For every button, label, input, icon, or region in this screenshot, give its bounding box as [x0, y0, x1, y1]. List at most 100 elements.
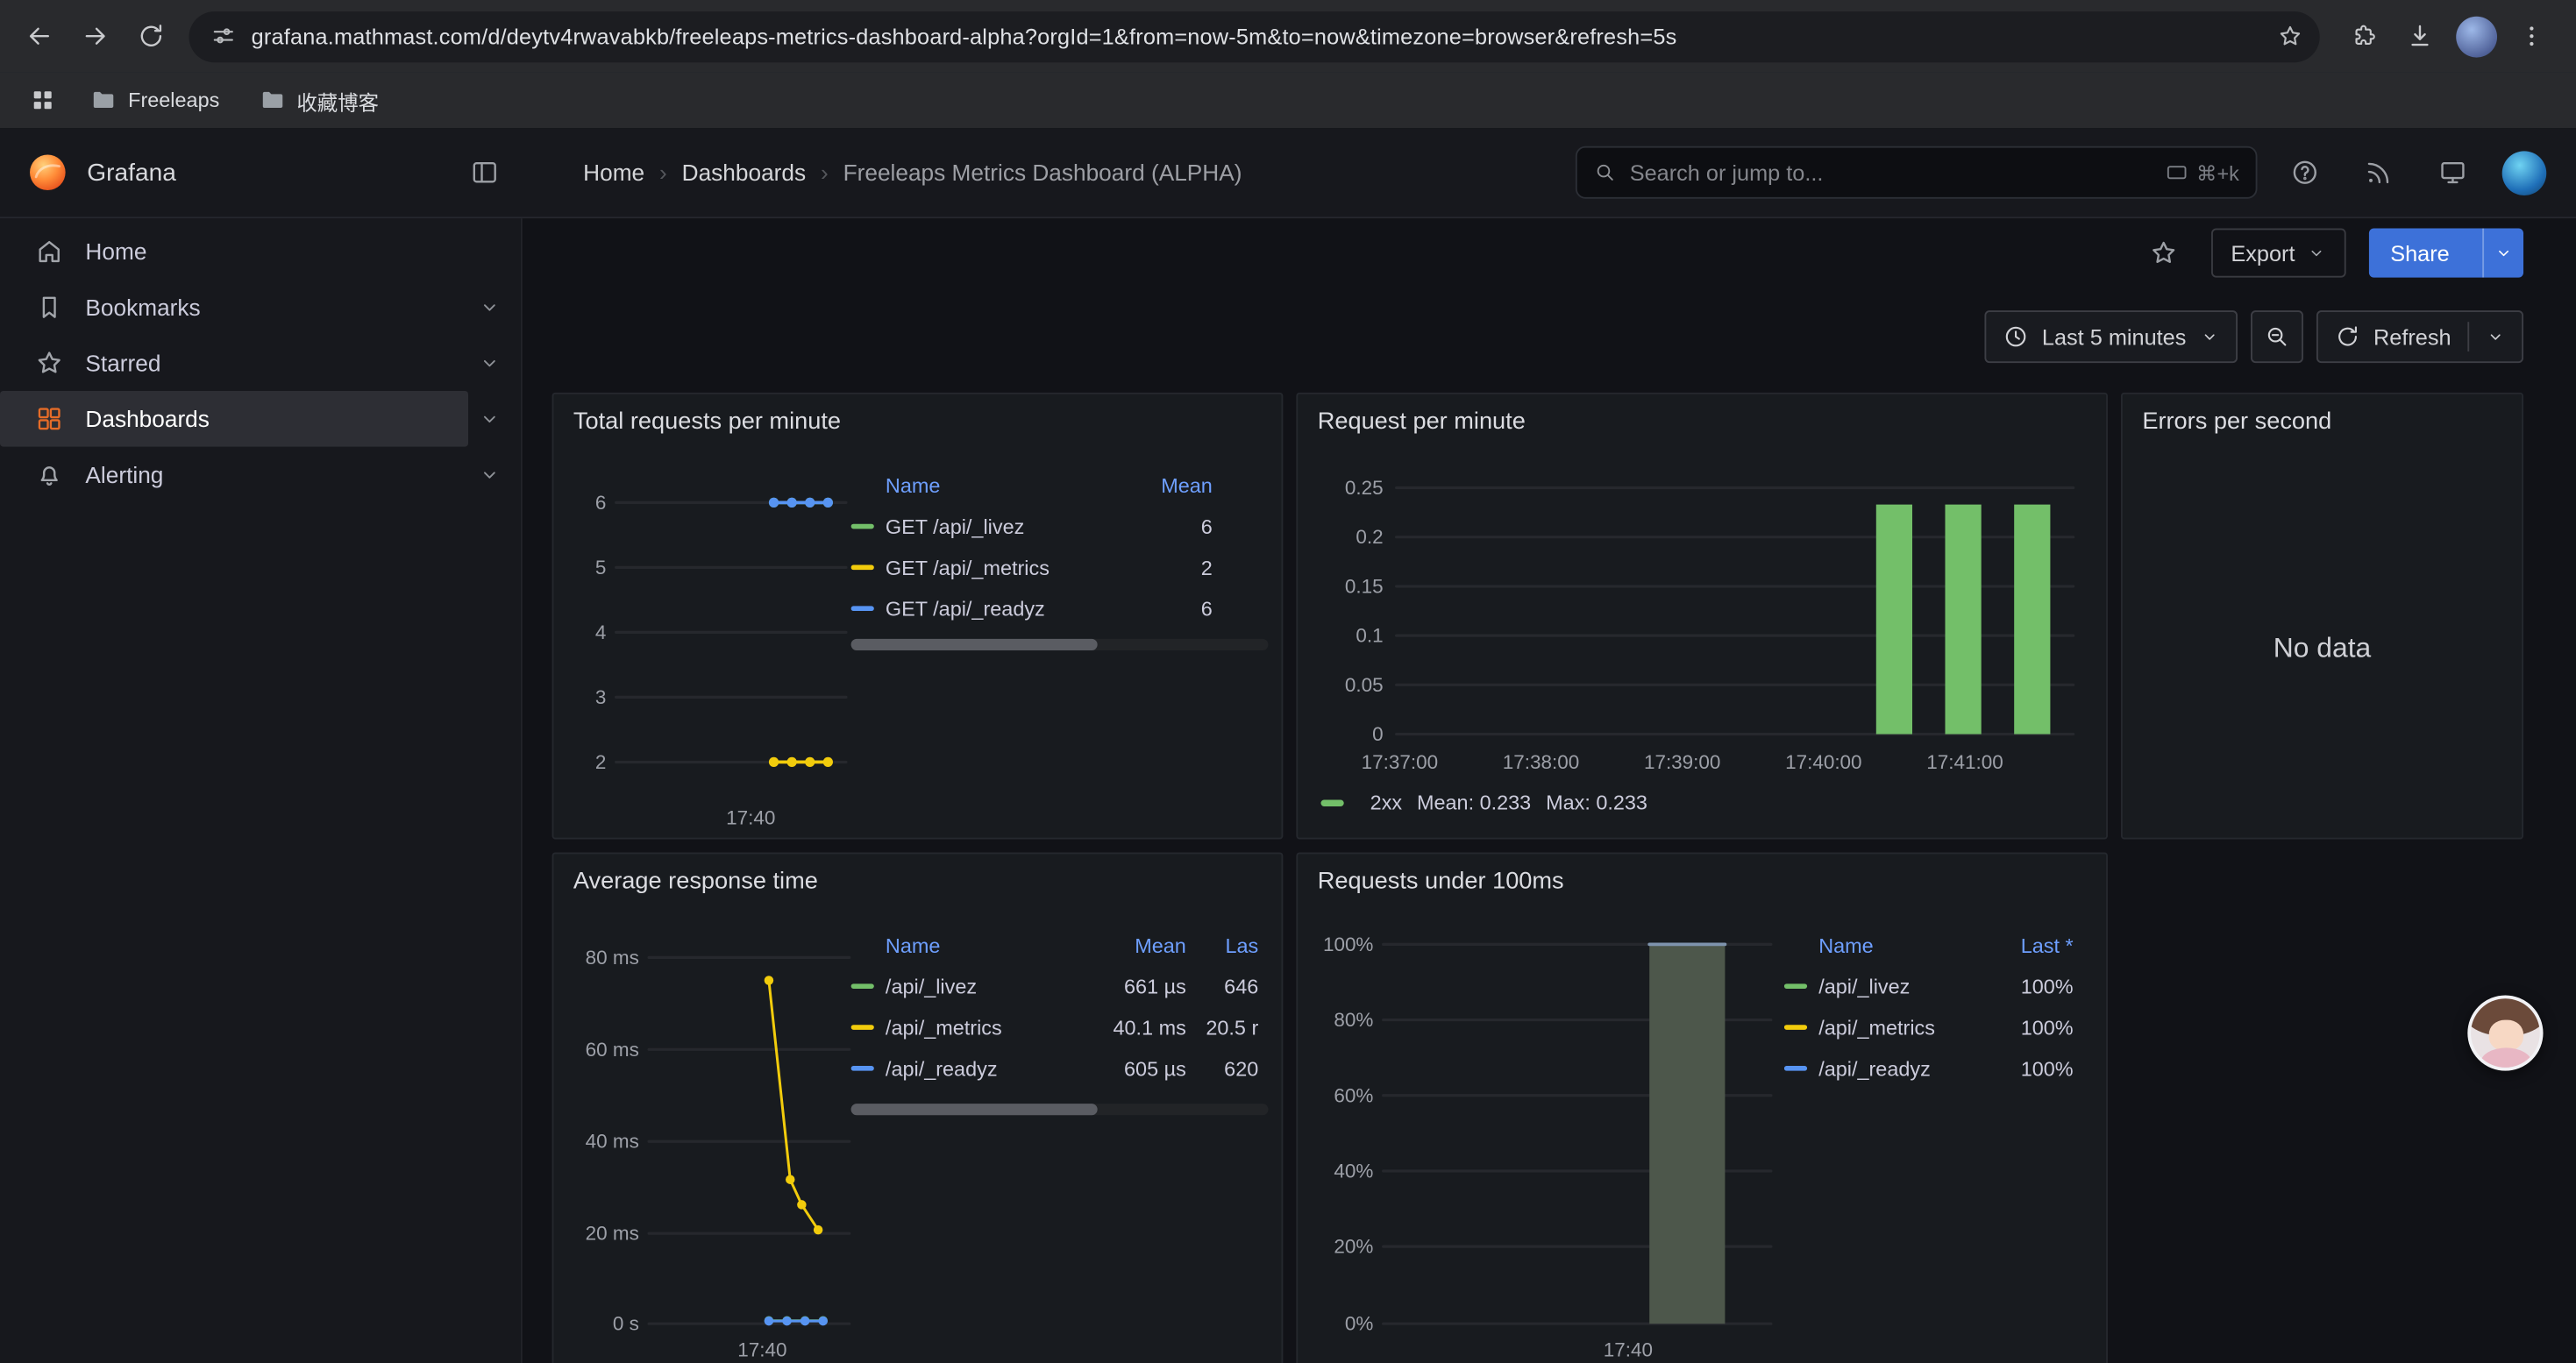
keyboard-icon: [2165, 161, 2188, 184]
series-color-dash: [851, 523, 874, 529]
panel-title[interactable]: Errors per second: [2123, 394, 2522, 451]
legend-table[interactable]: NameMeanLas/api/_livez661 µs646/api/_met…: [851, 926, 1269, 1089]
legend-table[interactable]: NameMeanGET /api/_livez6GET /api/_metric…: [851, 466, 1269, 628]
dashboards-grid-icon: [34, 404, 64, 434]
zoom-out-icon[interactable]: [2250, 310, 2302, 363]
svg-text:17:40: 17:40: [726, 807, 775, 829]
legend-scrollbar[interactable]: [851, 1104, 1269, 1115]
svg-text:0 s: 0 s: [613, 1313, 639, 1335]
svg-text:6: 6: [595, 492, 607, 514]
bookmark-folder-freeleaps[interactable]: Freeleaps: [75, 81, 234, 120]
bookmark-folder-blogs[interactable]: 收藏博客: [244, 78, 394, 123]
news-rss-icon[interactable]: [2354, 148, 2403, 197]
chevron-down-icon[interactable]: [478, 351, 501, 374]
share-menu-chevron-icon[interactable]: [2482, 228, 2523, 277]
forward-icon[interactable]: [68, 8, 124, 64]
svg-text:0.15: 0.15: [1345, 575, 1384, 597]
url-text: grafana.mathmast.com/d/deytv4rwavabkb/fr…: [252, 24, 2277, 48]
panel-total-requests: Total requests per minute 6543217:40 Nam…: [552, 393, 1284, 840]
svg-text:0.2: 0.2: [1356, 526, 1383, 548]
scrollbar-thumb[interactable]: [851, 639, 1098, 650]
dashboard-main: Export Share Last 5 minutes Refresh: [523, 218, 2576, 1363]
series-color-dash: [851, 983, 874, 990]
svg-text:17:40: 17:40: [1604, 1339, 1653, 1361]
svg-text:20 ms: 20 ms: [586, 1223, 639, 1245]
breadcrumb-separator: ›: [821, 160, 829, 186]
help-icon[interactable]: [2281, 148, 2330, 197]
svg-text:5: 5: [595, 557, 607, 579]
request-per-minute-chart: 0.250.20.150.10.05017:37:0017:38:0017:39…: [1311, 473, 2083, 779]
svg-text:20%: 20%: [1334, 1236, 1373, 1258]
site-settings-icon[interactable]: [210, 23, 237, 49]
apps-grid-icon[interactable]: [19, 77, 65, 123]
breadcrumb-separator: ›: [659, 160, 667, 186]
grafana-logo[interactable]: [26, 151, 69, 194]
favorite-star-icon[interactable]: [2138, 228, 2188, 277]
breadcrumb-home[interactable]: Home: [583, 160, 644, 186]
breadcrumb: Home › Dashboards › Freeleaps Metrics Da…: [523, 160, 1576, 186]
panel-title[interactable]: Request per minute: [1298, 394, 2106, 451]
series-color-dash: [1784, 1066, 1807, 1072]
refresh-button[interactable]: Refresh: [2316, 310, 2523, 363]
sidebar-item-dashboards[interactable]: Dashboards: [0, 391, 521, 447]
browser-profile-avatar[interactable]: [2448, 8, 2504, 64]
refresh-icon: [2334, 323, 2360, 350]
downloads-icon[interactable]: [2392, 8, 2448, 64]
svg-text:0.1: 0.1: [1356, 625, 1383, 647]
chevron-down-icon[interactable]: [478, 408, 501, 430]
panel-title[interactable]: Average response time: [553, 854, 1281, 910]
svg-text:0%: 0%: [1345, 1313, 1373, 1335]
sidebar-item-starred[interactable]: Starred: [0, 335, 521, 391]
sidebar-toggle-icon[interactable]: [460, 148, 509, 197]
search-placeholder: Search or jump to...: [1630, 160, 2153, 185]
series-color-dash: [1784, 1025, 1807, 1031]
bell-icon: [34, 460, 64, 490]
search-icon: [1594, 161, 1617, 184]
breadcrumb-dashboards[interactable]: Dashboards: [682, 160, 806, 186]
export-button[interactable]: Export: [2211, 228, 2346, 277]
sidebar-item-label: Bookmarks: [85, 294, 200, 320]
back-icon[interactable]: [11, 8, 68, 64]
sidebar-item-home[interactable]: Home: [0, 224, 521, 280]
search-input[interactable]: Search or jump to... ⌘+k: [1576, 146, 2258, 199]
svg-text:17:41:00: 17:41:00: [1926, 751, 2003, 773]
browser-toolbar: grafana.mathmast.com/d/deytv4rwavabkb/fr…: [0, 0, 2576, 72]
assistant-avatar[interactable]: [2467, 995, 2543, 1070]
scrollbar-thumb[interactable]: [851, 1104, 1098, 1115]
search-shortcut: ⌘+k: [2165, 160, 2238, 185]
chevron-down-icon[interactable]: [478, 463, 501, 486]
no-data-message: No data: [2123, 460, 2522, 838]
kiosk-monitor-icon[interactable]: [2428, 148, 2477, 197]
bookmark-icon: [34, 293, 64, 323]
series-name[interactable]: 2xx: [1370, 792, 1402, 814]
requests-under-100ms-chart: 100%80%60%40%20%0%17:40: [1311, 933, 1777, 1363]
sidebar-item-bookmarks[interactable]: Bookmarks: [0, 280, 521, 336]
share-button[interactable]: Share: [2369, 228, 2523, 277]
chevron-down-icon[interactable]: [478, 295, 501, 318]
series-color-dash: [851, 1025, 874, 1031]
panel-title[interactable]: Total requests per minute: [553, 394, 1281, 451]
user-avatar[interactable]: [2502, 148, 2547, 197]
svg-text:17:37:00: 17:37:00: [1362, 751, 1438, 773]
bookmark-star-icon[interactable]: [2277, 23, 2303, 49]
svg-text:0.25: 0.25: [1345, 477, 1384, 499]
browser-menu-icon[interactable]: [2504, 8, 2560, 64]
time-range-picker[interactable]: Last 5 minutes: [1984, 310, 2237, 363]
svg-text:2: 2: [595, 751, 607, 773]
average-response-time-chart: 80 ms60 ms40 ms20 ms0 s17:40: [566, 933, 856, 1363]
series-max: Max: 0.233: [1546, 792, 1647, 814]
legend-table[interactable]: NameLast */api/_livez100%/api/_metrics10…: [1784, 926, 2074, 1089]
legend-scrollbar[interactable]: [851, 639, 1269, 650]
sidebar-item-alerting[interactable]: Alerting: [0, 447, 521, 503]
header-icons: [2257, 148, 2576, 197]
panel-title[interactable]: Requests under 100ms: [1298, 854, 2106, 910]
svg-text:17:39:00: 17:39:00: [1644, 751, 1720, 773]
bookmark-label: Freeleaps: [128, 89, 219, 111]
sidebar-item-label: Home: [85, 238, 146, 265]
url-bar[interactable]: grafana.mathmast.com/d/deytv4rwavabkb/fr…: [189, 11, 2319, 61]
legend-row[interactable]: 2xx Mean: 0.233 Max: 0.233: [1320, 792, 1647, 814]
home-icon: [34, 237, 64, 266]
svg-text:17:38:00: 17:38:00: [1503, 751, 1579, 773]
extensions-icon[interactable]: [2336, 8, 2392, 64]
reload-icon[interactable]: [124, 8, 180, 64]
